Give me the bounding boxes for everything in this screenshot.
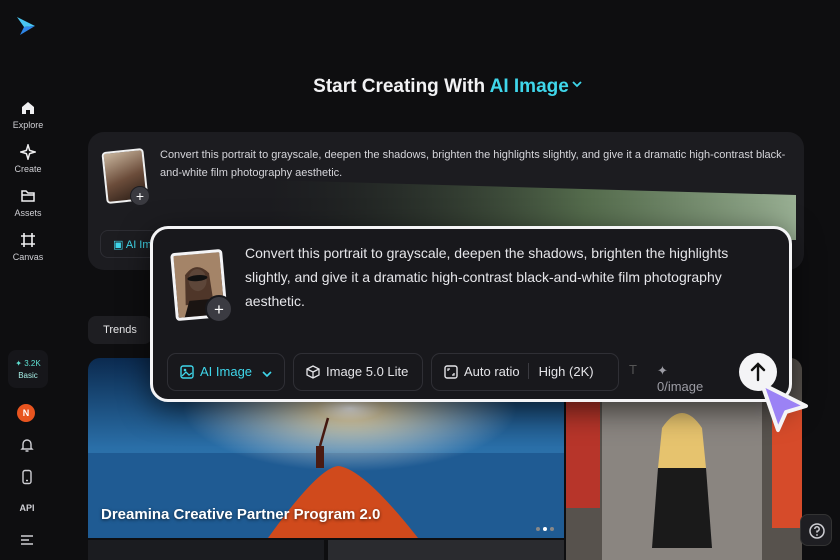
api-link[interactable]: API: [0, 503, 54, 513]
gallery-tile[interactable]: [88, 540, 324, 560]
plan-label: Basic: [18, 371, 38, 380]
quality-label: High (2K): [538, 364, 594, 379]
help-button[interactable]: [800, 514, 832, 546]
dreamina-logo[interactable]: [14, 14, 38, 38]
aspect-ratio-icon: [444, 365, 458, 379]
model-select-label: Image 5.0 Lite: [326, 364, 409, 379]
carousel-dots[interactable]: [533, 518, 554, 536]
add-image-button-small[interactable]: +: [130, 186, 150, 206]
sidebar-item-explore[interactable]: Explore: [0, 100, 56, 130]
add-image-button[interactable]: +: [205, 295, 233, 323]
prompt-input[interactable]: Convert this portrait to grayscale, deep…: [245, 241, 775, 313]
model-select[interactable]: Image 5.0 Lite: [293, 353, 423, 391]
cost-indicator: ✦ 0/image: [657, 363, 703, 394]
sidebar-item-canvas[interactable]: Canvas: [0, 232, 56, 262]
sidebar-item-label: Canvas: [12, 252, 44, 262]
sidebar-item-label: Create: [14, 164, 42, 174]
canvas-icon: [21, 233, 35, 247]
ratio-label: Auto ratio: [464, 364, 520, 379]
star-icon: ✦: [15, 359, 22, 368]
sidebar-item-label: Explore: [12, 120, 44, 130]
image-icon: [180, 365, 194, 379]
menu-icon[interactable]: [19, 532, 35, 548]
home-icon: [22, 102, 34, 114]
star-icon: ✦: [657, 363, 668, 378]
prompt-composer: + Convert this portrait to grayscale, de…: [150, 226, 792, 402]
feature-title: Dreamina Creative Partner Program 2.0: [101, 506, 381, 523]
title-prefix: Start Creating With: [313, 76, 486, 97]
mode-label: AI Image: [489, 76, 569, 97]
credits-badge[interactable]: ✦ 3.2K Basic: [8, 350, 48, 388]
sidebar: Explore Create Assets Canvas ✦ 3.2K Basi…: [0, 0, 56, 560]
mode-select[interactable]: AI Image: [167, 353, 285, 391]
avatar[interactable]: N: [17, 404, 35, 422]
sidebar-item-create[interactable]: Create: [0, 144, 56, 174]
mobile-icon[interactable]: [19, 469, 35, 485]
mode-switcher[interactable]: AI Image: [490, 76, 583, 97]
prompt-text-small[interactable]: Convert this portrait to grayscale, deep…: [160, 146, 800, 182]
question-icon: [809, 523, 825, 539]
sidebar-item-label: Assets: [14, 208, 42, 218]
sparkle-icon: [20, 144, 36, 160]
gallery-tile[interactable]: [328, 540, 564, 560]
page-title: Start Creating With AI Image: [56, 76, 840, 98]
bell-icon[interactable]: [19, 437, 35, 453]
chevron-down-icon: [572, 81, 582, 88]
ratio-quality-select[interactable]: Auto ratio High (2K): [431, 353, 619, 391]
sidebar-item-assets[interactable]: Assets: [0, 188, 56, 218]
folder-icon: [21, 190, 35, 202]
pointer-cursor-icon: [760, 382, 808, 432]
mode-select-label: AI Image: [200, 364, 253, 379]
chevron-down-icon: [262, 371, 272, 378]
cost-label: 0/image: [657, 379, 704, 394]
text-tool-icon[interactable]: T: [629, 362, 637, 377]
credits-amount: 3.2K: [24, 359, 41, 368]
cube-icon: [306, 365, 320, 379]
image-icon: ▣: [113, 239, 124, 251]
tab-trends[interactable]: Trends: [88, 316, 152, 344]
